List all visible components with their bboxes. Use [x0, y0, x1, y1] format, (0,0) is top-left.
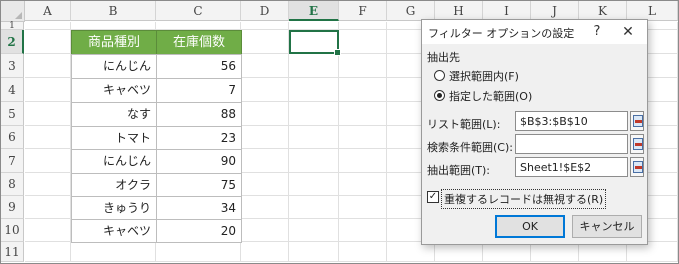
criteria-range-input[interactable]: [515, 134, 628, 154]
row-header-2[interactable]: 2: [1, 30, 24, 54]
copy-to-range-input[interactable]: Sheet1!$E$2: [515, 157, 628, 177]
dialog-title: フィルター オプションの設定: [428, 27, 575, 40]
list-range-input[interactable]: $B$3:$B$10: [515, 111, 628, 131]
column-header-a[interactable]: A: [25, 1, 71, 21]
range-picker-arrow-icon: [635, 166, 642, 169]
table-cell-type[interactable]: きゅうり: [71, 196, 157, 220]
column-header-c[interactable]: C: [156, 1, 241, 21]
row-header-1[interactable]: 1: [1, 22, 24, 31]
table-cell-type[interactable]: なす: [71, 102, 157, 127]
row-header-10[interactable]: 10: [1, 219, 24, 242]
range-picker-arrow-icon: [635, 143, 642, 146]
table-cell-type[interactable]: にんじん: [71, 54, 157, 79]
select-all-corner[interactable]: [1, 1, 25, 22]
copy-to-range-collapse-button[interactable]: [630, 157, 644, 177]
table-cell-count[interactable]: 34: [156, 196, 242, 220]
select-all-triangle-icon: [15, 12, 22, 19]
table-cell-type[interactable]: トマト: [71, 126, 157, 150]
table-cell-type[interactable]: オクラ: [71, 173, 157, 197]
radio-copy-to-range[interactable]: [434, 90, 445, 101]
table-cell-count[interactable]: 90: [156, 149, 242, 174]
fill-handle[interactable]: [334, 49, 341, 56]
range-picker-arrow-icon: [635, 120, 642, 123]
copy-to-range-label: 抽出範囲(T):: [427, 164, 491, 177]
radio-in-place[interactable]: [434, 70, 445, 81]
row-header-11[interactable]: 11: [1, 242, 24, 262]
column-header-g[interactable]: G: [387, 1, 435, 21]
list-range-label: リスト範囲(L):: [427, 118, 501, 131]
destination-section-label: 抽出先: [427, 51, 460, 64]
list-range-collapse-button[interactable]: [630, 111, 644, 131]
column-header-e[interactable]: E: [289, 1, 339, 21]
column-header-k[interactable]: K: [579, 1, 627, 21]
radio-selected-dot: [437, 93, 442, 98]
radio-copy-to-range-label[interactable]: 指定した範囲(O): [449, 88, 532, 104]
selected-cell-e2[interactable]: [289, 30, 341, 56]
cancel-button[interactable]: キャンセル: [572, 215, 642, 238]
table-cell-count[interactable]: 23: [156, 126, 242, 150]
row-header-4[interactable]: 4: [1, 78, 24, 102]
row-header-6[interactable]: 6: [1, 126, 24, 149]
table-cell-count[interactable]: 88: [156, 102, 242, 127]
table-cell-type[interactable]: キャベツ: [71, 219, 157, 243]
row-header-9[interactable]: 9: [1, 196, 24, 219]
column-header-j[interactable]: J: [531, 1, 579, 21]
row-header-5[interactable]: 5: [1, 102, 24, 126]
table-header-stock-count[interactable]: 在庫個数: [156, 30, 242, 55]
ok-button[interactable]: OK: [495, 215, 565, 238]
table-header-product-type[interactable]: 商品種別: [71, 30, 157, 55]
filter-options-dialog: フィルター オプションの設定 ? ✕ 抽出先 選択範囲内(F) 指定した範囲(O…: [421, 19, 648, 245]
table-cell-count[interactable]: 20: [156, 219, 242, 243]
column-header-f[interactable]: F: [339, 1, 387, 21]
close-icon[interactable]: ✕: [619, 23, 637, 41]
criteria-range-collapse-button[interactable]: [630, 134, 644, 154]
column-header-l[interactable]: L: [627, 1, 678, 21]
table-cell-count[interactable]: 75: [156, 173, 242, 197]
row-header-7[interactable]: 7: [1, 149, 24, 173]
row-header-3[interactable]: 3: [1, 54, 24, 78]
row-header-8[interactable]: 8: [1, 173, 24, 196]
radio-in-place-label[interactable]: 選択範囲内(F): [449, 68, 519, 84]
help-icon[interactable]: ?: [588, 23, 606, 41]
column-header-h[interactable]: H: [435, 1, 483, 21]
table-cell-type[interactable]: キャベツ: [71, 78, 157, 103]
table-cell-count[interactable]: 7: [156, 78, 242, 103]
unique-records-label[interactable]: 重複するレコードは無視する(R): [441, 189, 607, 209]
column-header-b[interactable]: B: [71, 1, 156, 21]
column-header-d[interactable]: D: [241, 1, 289, 21]
column-header-i[interactable]: I: [483, 1, 531, 21]
table-cell-type[interactable]: にんじん: [71, 149, 157, 174]
criteria-range-label: 検索条件範囲(C):: [427, 141, 513, 154]
unique-records-checkbox[interactable]: ✓: [427, 191, 439, 203]
table-cell-count[interactable]: 56: [156, 54, 242, 79]
dialog-title-bar[interactable]: フィルター オプションの設定 ? ✕: [422, 20, 647, 44]
